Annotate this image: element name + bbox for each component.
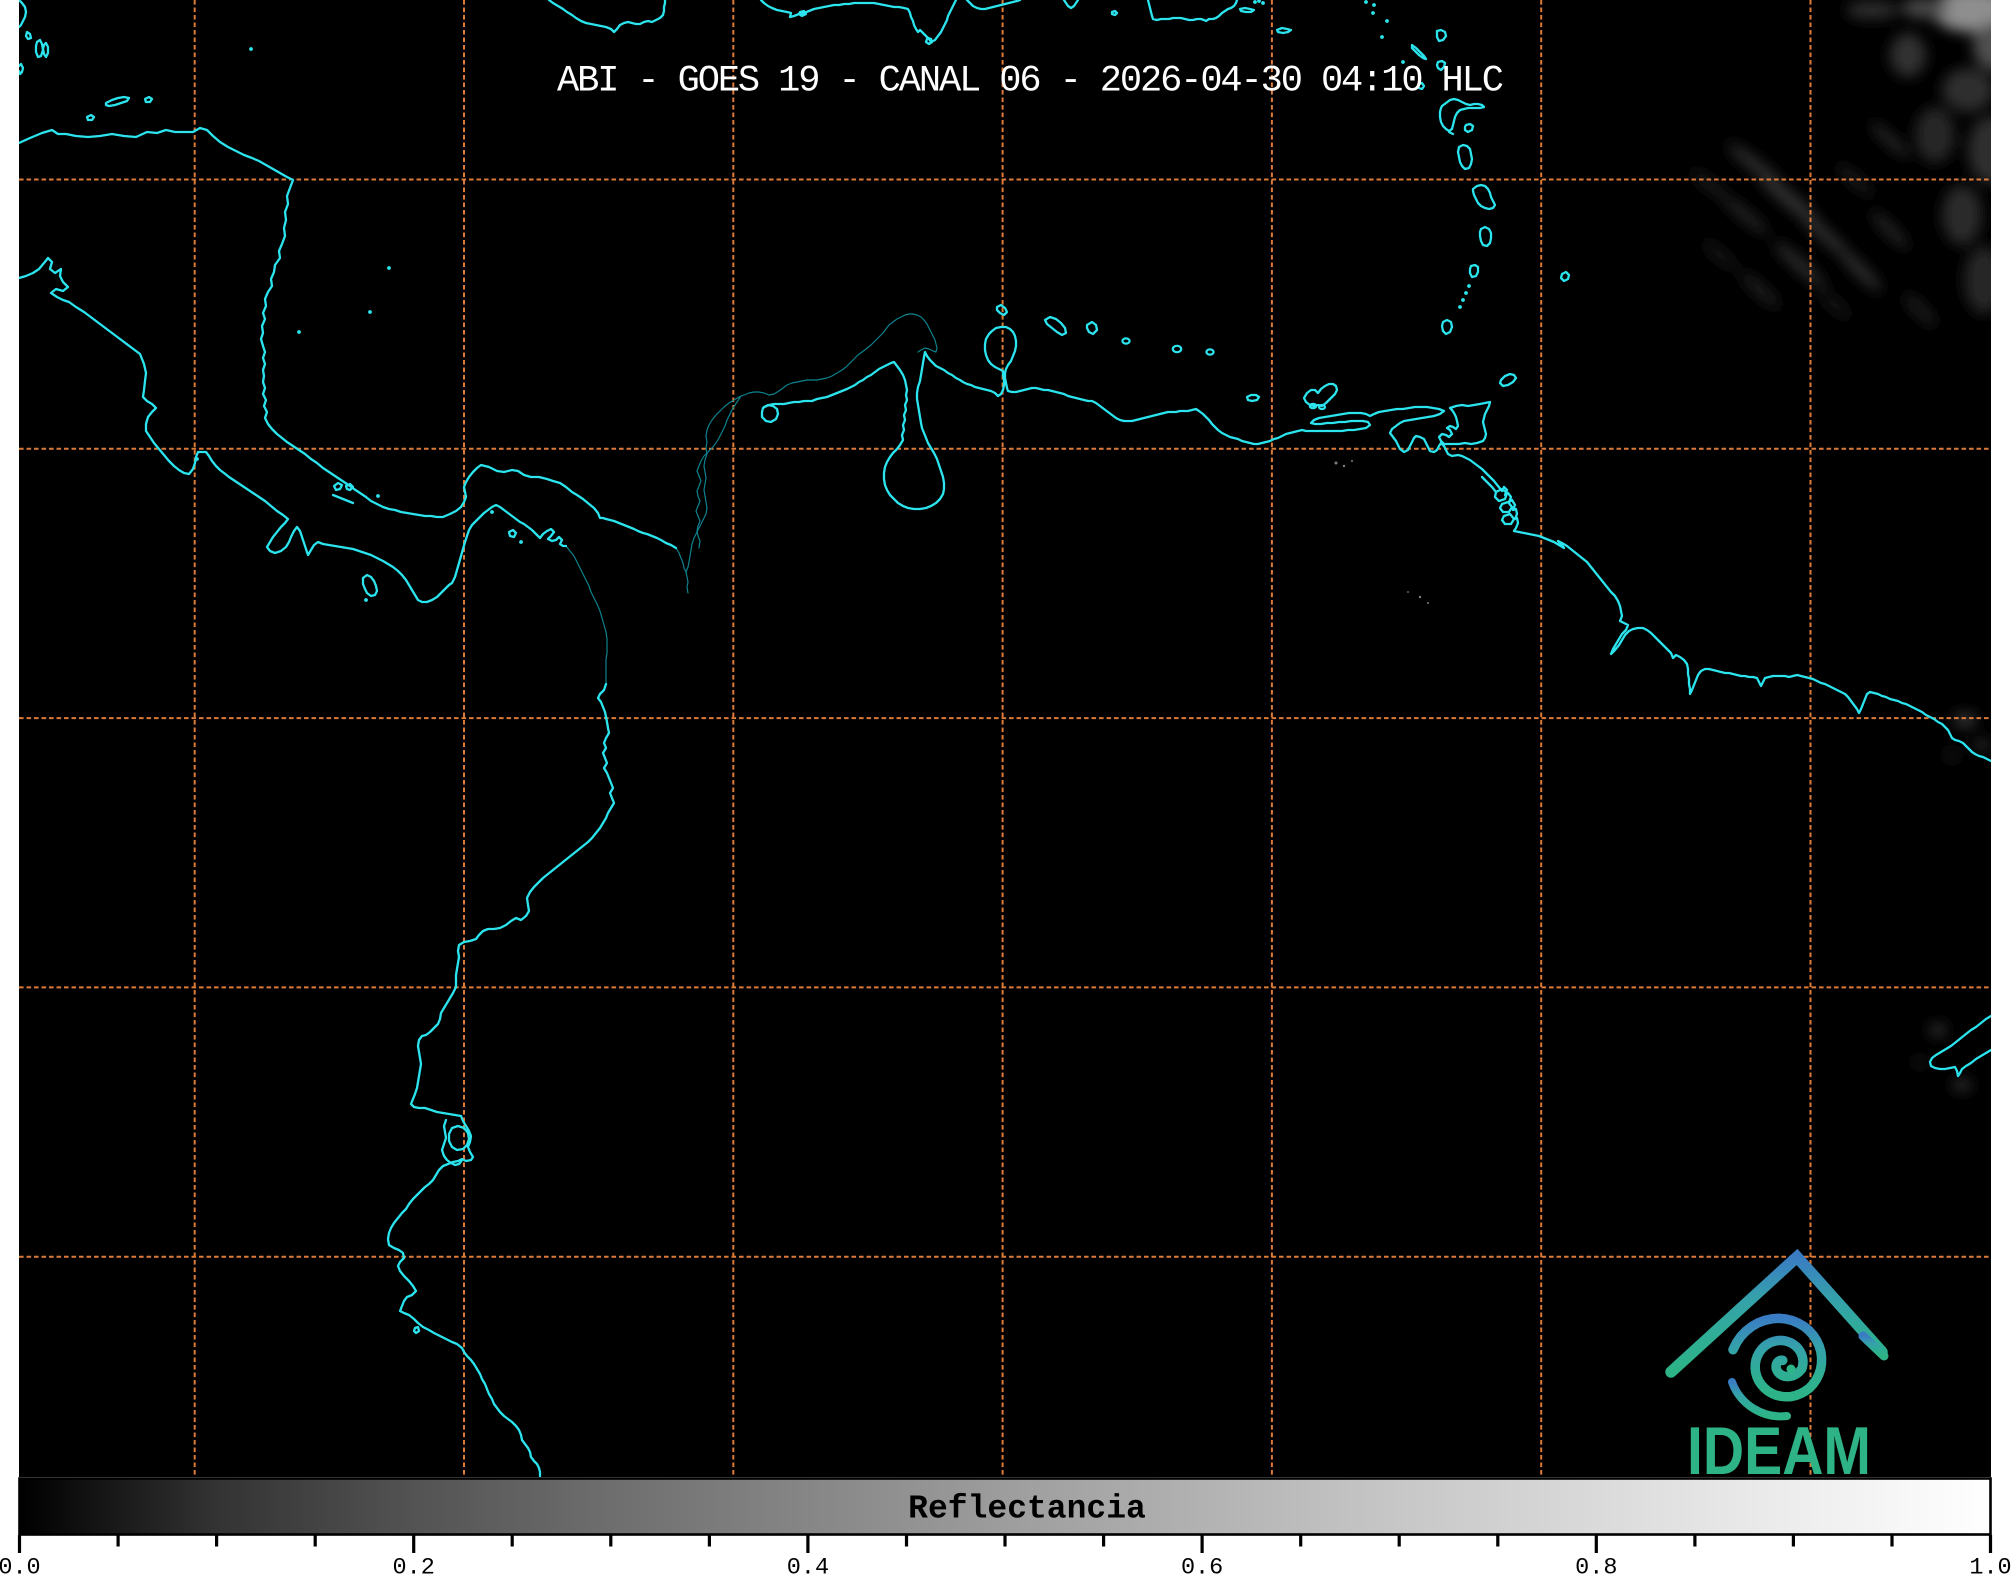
svg-text:0.0: 0.0 — [0, 1555, 41, 1578]
svg-text:Reflectancia: Reflectancia — [908, 1491, 1146, 1528]
svg-text:0.8: 0.8 — [1575, 1555, 1617, 1578]
svg-text:1.0: 1.0 — [1969, 1555, 2011, 1578]
svg-text:0.2: 0.2 — [393, 1555, 435, 1578]
svg-text:0.6: 0.6 — [1181, 1555, 1223, 1578]
svg-text:0.4: 0.4 — [787, 1555, 829, 1578]
svg-text:ABI - GOES 19 - CANAL 06 - 202: ABI - GOES 19 - CANAL 06 - 2026-04-30 04… — [557, 61, 1503, 103]
